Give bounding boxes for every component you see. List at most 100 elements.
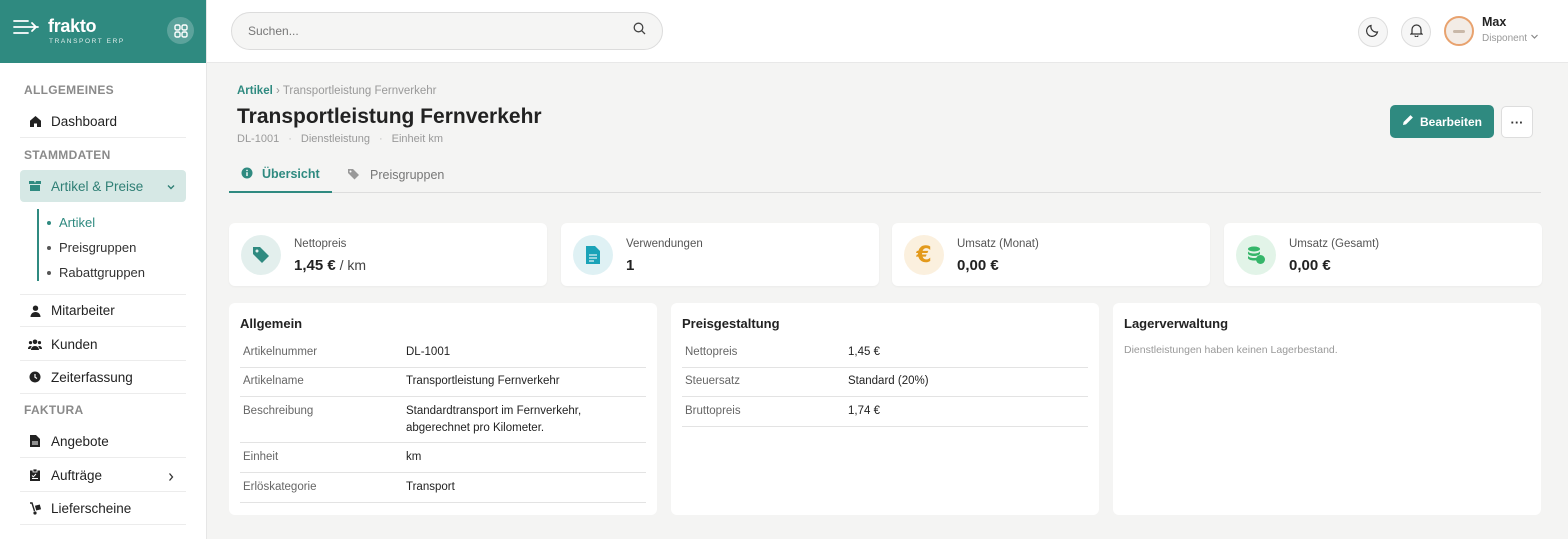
stat-card-verwendungen: Verwendungen 1 bbox=[561, 223, 879, 286]
row-value: Standardtransport im Fernverkehr, abgere… bbox=[406, 405, 582, 434]
search-input[interactable]: Suchen... bbox=[231, 12, 663, 50]
clipboard-icon bbox=[28, 468, 42, 482]
table-row: Steuersatz Standard (20%) bbox=[682, 368, 1088, 397]
row-key: Artikelname bbox=[243, 375, 304, 387]
row-key: Nettopreis bbox=[685, 346, 738, 358]
table-row: Artikelname Transportleistung Fernverkeh… bbox=[240, 368, 646, 397]
stat-value-number: 1,45 € bbox=[294, 257, 336, 274]
card-title: Lagerverwaltung bbox=[1124, 316, 1229, 331]
brand-name[interactable]: frakto bbox=[48, 16, 97, 37]
row-value: 1,74 € bbox=[848, 405, 880, 417]
section-label-allgemeines: ALLGEMEINES bbox=[24, 83, 114, 97]
page-title: Transportleistung Fernverkehr bbox=[237, 105, 542, 128]
row-key: Steuersatz bbox=[685, 375, 740, 387]
sidebar-item-artikel-preise[interactable]: Artikel & Preise bbox=[20, 170, 186, 202]
stat-label: Verwendungen bbox=[626, 238, 703, 250]
sidebar-item-label: Zeiterfassung bbox=[51, 369, 133, 385]
chevron-down-icon bbox=[166, 180, 176, 195]
card-allgemein: Allgemein Artikelnummer DL-1001 Artikeln… bbox=[229, 303, 657, 515]
breadcrumb-link[interactable]: Artikel bbox=[237, 85, 273, 97]
dolly-icon bbox=[28, 501, 42, 515]
users-icon bbox=[28, 337, 42, 351]
stat-value: 0,00 € bbox=[1289, 257, 1331, 274]
tag-icon bbox=[241, 235, 281, 275]
sidebar-item-zeiterfassung[interactable]: Zeiterfassung bbox=[20, 361, 186, 394]
stat-value: 0,00 € bbox=[957, 257, 999, 274]
file-icon bbox=[28, 434, 42, 448]
breadcrumb-current: Transportleistung Fernverkehr bbox=[282, 85, 437, 97]
search-placeholder: Suchen... bbox=[248, 24, 299, 38]
user-role[interactable]: Disponent bbox=[1482, 32, 1539, 44]
sidebar-item-lieferscheine[interactable]: Lieferscheine bbox=[20, 492, 186, 525]
breadcrumb-separator: › bbox=[276, 85, 283, 97]
apps-grid-icon[interactable] bbox=[167, 17, 194, 44]
user-name[interactable]: Max bbox=[1482, 15, 1506, 29]
avatar[interactable] bbox=[1444, 16, 1474, 46]
sidebar-subitem-preisgruppen[interactable]: Preisgruppen bbox=[47, 240, 136, 255]
home-icon bbox=[28, 115, 42, 129]
topbar: Suchen... Max Disponent bbox=[207, 0, 1568, 63]
tab-uebersicht[interactable]: Übersicht bbox=[229, 157, 332, 193]
section-label-faktura: FAKTURA bbox=[24, 403, 84, 417]
tab-label: Preisgruppen bbox=[370, 168, 445, 182]
sidebar-item-angebote[interactable]: Angebote bbox=[20, 425, 186, 458]
sidebar-subitem-artikel[interactable]: Artikel bbox=[47, 215, 95, 230]
search-icon[interactable] bbox=[633, 22, 646, 40]
card-title: Preisgestaltung bbox=[682, 316, 780, 331]
empty-state-note: Dienstleistungen haben keinen Lagerbesta… bbox=[1124, 344, 1338, 356]
sidebar-item-label: Artikel & Preise bbox=[51, 178, 144, 194]
row-value: Standard (20%) bbox=[848, 375, 929, 387]
user-icon bbox=[28, 304, 42, 318]
sidebar-item-kunden[interactable]: Kunden bbox=[20, 328, 186, 361]
sidebar-item-label: Lieferscheine bbox=[51, 500, 132, 516]
clock-icon bbox=[28, 370, 42, 384]
menu-toggle-icon[interactable] bbox=[13, 19, 39, 40]
notifications-button[interactable] bbox=[1401, 17, 1431, 47]
stat-card-nettopreis: Nettopreis 1,45 € / km bbox=[229, 223, 547, 286]
sidebar-item-mitarbeiter[interactable]: Mitarbeiter bbox=[20, 294, 186, 327]
stat-label: Umsatz (Monat) bbox=[957, 238, 1039, 250]
card-preisgestaltung: Preisgestaltung Nettopreis 1,45 € Steuer… bbox=[671, 303, 1099, 515]
stat-card-umsatz-gesamt: Umsatz (Gesamt) 0,00 € bbox=[1224, 223, 1542, 286]
stat-value: 1 bbox=[626, 257, 635, 274]
artikel-submenu: Artikel Preisgruppen Rabattgruppen bbox=[37, 209, 177, 281]
sidebar-item-auftraege[interactable]: Aufträge bbox=[20, 459, 186, 492]
sidebar: frakto TRANSPORT ERP ALLGEMEINES Dashboa… bbox=[0, 0, 207, 539]
row-key: Erlöskategorie bbox=[243, 481, 317, 493]
chevron-right-icon bbox=[166, 470, 176, 485]
row-value: km bbox=[406, 451, 422, 463]
table-row: Bruttopreis 1,74 € bbox=[682, 397, 1088, 427]
bell-icon bbox=[1409, 23, 1423, 42]
card-lagerverwaltung: Lagerverwaltung Dienstleistungen haben k… bbox=[1113, 303, 1541, 515]
breadcrumb: Artikel › Transportleistung Fernverkehr bbox=[237, 85, 436, 97]
sidebar-item-label: Aufträge bbox=[51, 467, 103, 483]
page-meta: DL-1001 · Dienstleistung · Einheit km bbox=[237, 133, 443, 145]
brand-header: frakto TRANSPORT ERP bbox=[0, 0, 206, 63]
sidebar-subitem-label: Artikel bbox=[59, 215, 96, 230]
row-key: Einheit bbox=[243, 451, 279, 463]
row-key: Beschreibung bbox=[243, 405, 314, 417]
sidebar-subitem-label: Rabattgruppen bbox=[59, 265, 146, 280]
edit-button-label: Bearbeiten bbox=[1419, 114, 1483, 129]
info-icon bbox=[241, 167, 253, 182]
table-row: Einheit km bbox=[240, 443, 646, 473]
card-title: Allgemein bbox=[240, 316, 303, 331]
sidebar-item-label: Angebote bbox=[51, 433, 109, 449]
tags-icon bbox=[347, 168, 361, 183]
stat-label: Nettopreis bbox=[294, 238, 347, 250]
table-row: Artikelnummer DL-1001 bbox=[240, 338, 646, 368]
sidebar-subitem-rabattgruppen[interactable]: Rabattgruppen bbox=[47, 265, 145, 280]
stat-label: Umsatz (Gesamt) bbox=[1289, 238, 1380, 250]
sidebar-item-label: Mitarbeiter bbox=[51, 303, 115, 318]
table-row: Beschreibung Standardtransport im Fernve… bbox=[240, 397, 646, 443]
coins-icon bbox=[1236, 235, 1276, 275]
tab-preisgruppen[interactable]: Preisgruppen bbox=[335, 157, 456, 193]
sidebar-item-dashboard[interactable]: Dashboard bbox=[20, 106, 186, 138]
edit-button[interactable]: Bearbeiten bbox=[1390, 105, 1494, 138]
row-value: 1,45 € bbox=[848, 346, 880, 358]
dark-mode-toggle[interactable] bbox=[1358, 17, 1388, 47]
stat-card-umsatz-monat: € Umsatz (Monat) 0,00 € bbox=[892, 223, 1210, 286]
table-row: Nettopreis 1,45 € bbox=[682, 338, 1088, 368]
more-options-button[interactable]: ··· bbox=[1501, 106, 1533, 138]
row-key: Bruttopreis bbox=[685, 405, 741, 417]
